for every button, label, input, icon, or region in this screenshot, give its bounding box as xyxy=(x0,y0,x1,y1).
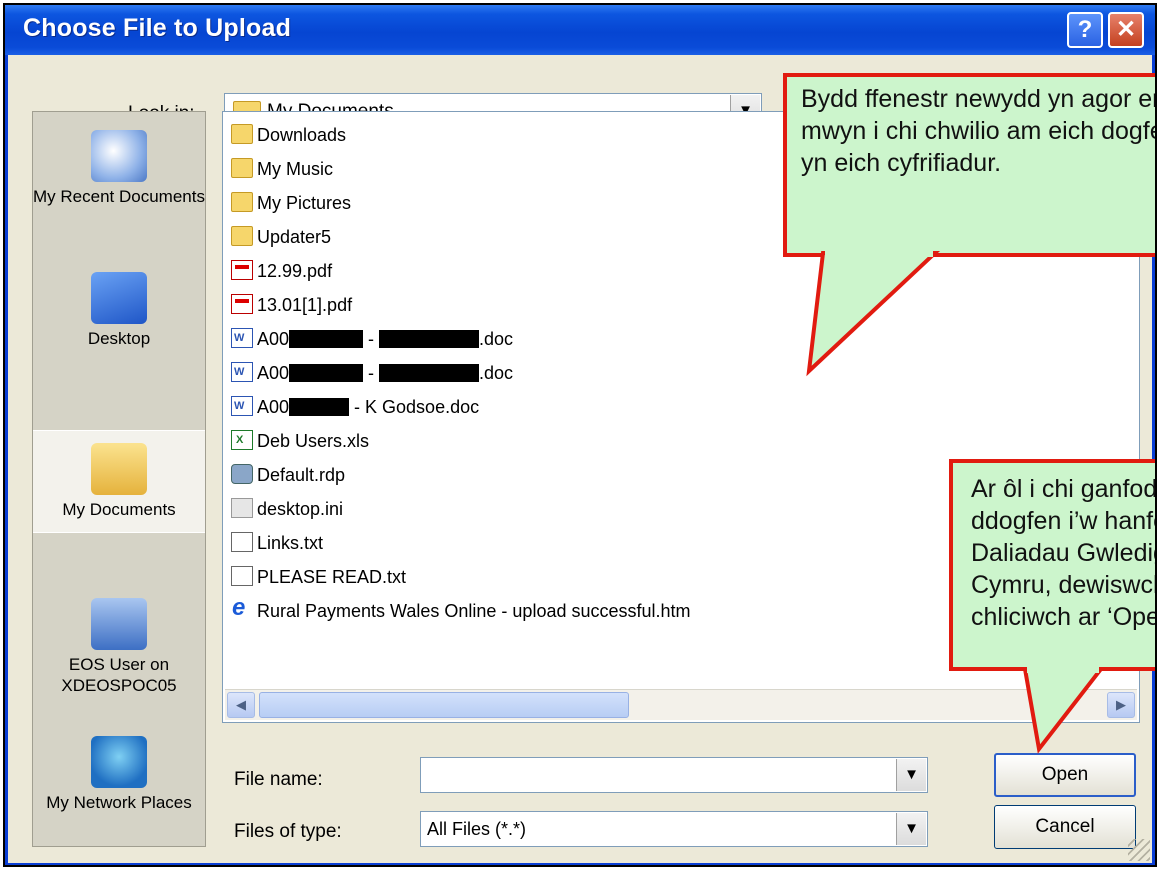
list-item[interactable]: Rural Payments Wales Online - upload suc… xyxy=(231,593,691,626)
scroll-thumb[interactable] xyxy=(259,692,629,718)
file-name: 13.01[1].pdf xyxy=(257,295,353,315)
place-my-documents[interactable]: My Documents xyxy=(33,430,205,533)
my-documents-icon xyxy=(91,443,147,495)
pdf-file-icon xyxy=(231,260,253,281)
place-recent-documents[interactable]: My Recent Documents xyxy=(33,130,205,207)
list-item[interactable]: Updater5 xyxy=(231,222,331,252)
chevron-down-icon[interactable]: ▼ xyxy=(896,759,926,791)
cancel-button[interactable]: Cancel xyxy=(994,805,1136,849)
list-item[interactable]: My Pictures xyxy=(231,188,351,218)
place-label: My Documents xyxy=(62,500,176,519)
file-type-label: Files of type: xyxy=(234,821,342,842)
file-name-suffix: .doc xyxy=(479,363,514,383)
file-name: Default.rdp xyxy=(257,465,346,485)
list-item[interactable]: Default.rdp xyxy=(231,460,345,490)
place-label: My Network Places xyxy=(46,793,192,812)
desktop-icon xyxy=(91,272,147,324)
chevron-down-icon[interactable]: ▼ xyxy=(896,813,926,845)
redaction-bar xyxy=(289,330,364,349)
file-name-suffix: .doc xyxy=(479,329,514,349)
redaction-bar xyxy=(379,364,480,383)
file-name: PLEASE READ.txt xyxy=(257,567,407,587)
horizontal-scrollbar[interactable]: ◀ ▶ xyxy=(225,689,1137,720)
place-label: My Recent Documents xyxy=(33,187,205,206)
file-name-label: File name: xyxy=(234,769,323,790)
word-doc-icon xyxy=(231,391,253,421)
list-item[interactable]: 13.01[1].pdf xyxy=(231,290,352,320)
pictures-folder-icon xyxy=(231,192,253,213)
list-item[interactable]: A00 - .doc xyxy=(231,357,514,388)
file-name-field[interactable]: ▼ xyxy=(420,757,928,793)
file-name-prefix: A00 xyxy=(257,329,290,349)
file-name-middle: - xyxy=(363,363,380,383)
word-doc-icon xyxy=(231,357,253,387)
redaction-bar xyxy=(379,330,480,349)
file-name: 12.99.pdf xyxy=(257,261,333,281)
close-button[interactable]: ✕ xyxy=(1108,12,1144,48)
callout-top: Bydd ffenestr newydd yn agor er mwyn i c… xyxy=(783,73,1157,257)
title-bar: Choose File to Upload ? ✕ xyxy=(5,5,1155,55)
list-item[interactable]: Links.txt xyxy=(231,528,323,558)
file-name: desktop.ini xyxy=(257,499,344,519)
callout-text: Ar ôl i chi ganfod y ddogfen i’w hanfon … xyxy=(971,475,1157,631)
word-doc-icon xyxy=(231,323,253,353)
list-item[interactable]: Downloads xyxy=(231,120,346,150)
file-type-dropdown[interactable]: All Files (*.*) ▼ xyxy=(420,811,928,847)
place-desktop[interactable]: Desktop xyxy=(33,272,205,349)
file-name-middle: - K Godsoe.doc xyxy=(349,397,480,417)
list-item[interactable]: 12.99.pdf xyxy=(231,256,332,286)
file-name: My Pictures xyxy=(257,193,352,213)
file-name-middle: - xyxy=(363,329,380,349)
music-folder-icon xyxy=(231,158,253,179)
window-title: Choose File to Upload xyxy=(23,14,292,42)
callout-bottom-pointer xyxy=(1022,665,1106,754)
text-file-icon xyxy=(231,532,253,553)
file-name: Rural Payments Wales Online - upload suc… xyxy=(257,601,691,621)
folder-icon xyxy=(231,124,253,145)
text-file-icon xyxy=(231,566,253,587)
file-name: Links.txt xyxy=(257,533,324,553)
callout-bottom: Ar ôl i chi ganfod y ddogfen i’w hanfon … xyxy=(949,459,1157,671)
pdf-file-icon xyxy=(231,294,253,315)
internet-explorer-icon xyxy=(231,593,253,623)
remote-desktop-icon xyxy=(231,464,253,485)
places-bar: My Recent Documents Desktop My Documents… xyxy=(32,111,206,847)
place-my-computer[interactable]: EOS User on XDEOSPOC05 xyxy=(33,598,205,696)
help-button[interactable]: ? xyxy=(1067,12,1103,48)
network-places-icon xyxy=(91,736,147,788)
list-item[interactable]: PLEASE READ.txt xyxy=(231,562,406,592)
excel-file-icon xyxy=(231,425,253,455)
file-name: My Music xyxy=(257,159,333,179)
file-type-value: All Files (*.*) xyxy=(427,819,527,839)
callout-top-pointer xyxy=(806,249,941,377)
place-label: EOS User on XDEOSPOC05 xyxy=(61,655,177,695)
list-item[interactable]: My Music xyxy=(231,154,333,184)
file-name-prefix: A00 xyxy=(257,363,290,383)
folder-icon xyxy=(231,226,253,247)
scroll-left-icon[interactable]: ◀ xyxy=(227,692,255,718)
computer-icon xyxy=(91,598,147,650)
file-name: Downloads xyxy=(257,125,347,145)
list-item[interactable]: A00 - K Godsoe.doc xyxy=(231,391,480,422)
list-item[interactable]: desktop.ini xyxy=(231,494,343,524)
redaction-bar xyxy=(289,364,364,383)
redaction-bar xyxy=(289,398,350,417)
place-network-places[interactable]: My Network Places xyxy=(33,736,205,813)
recent-documents-icon xyxy=(91,130,147,182)
place-label: Desktop xyxy=(87,329,151,348)
file-name-prefix: A00 xyxy=(257,397,290,417)
callout-text: Bydd ffenestr newydd yn agor er mwyn i c… xyxy=(801,85,1157,177)
file-name: Deb Users.xls xyxy=(257,431,370,451)
dialog-window: Choose File to Upload ? ✕ Look in: My Do… xyxy=(3,3,1157,867)
list-item[interactable]: Deb Users.xls xyxy=(231,425,370,456)
file-name: Updater5 xyxy=(257,227,332,247)
resize-grip[interactable] xyxy=(1128,839,1150,861)
settings-file-icon xyxy=(231,498,253,519)
list-item[interactable]: A00 - .doc xyxy=(231,323,514,354)
